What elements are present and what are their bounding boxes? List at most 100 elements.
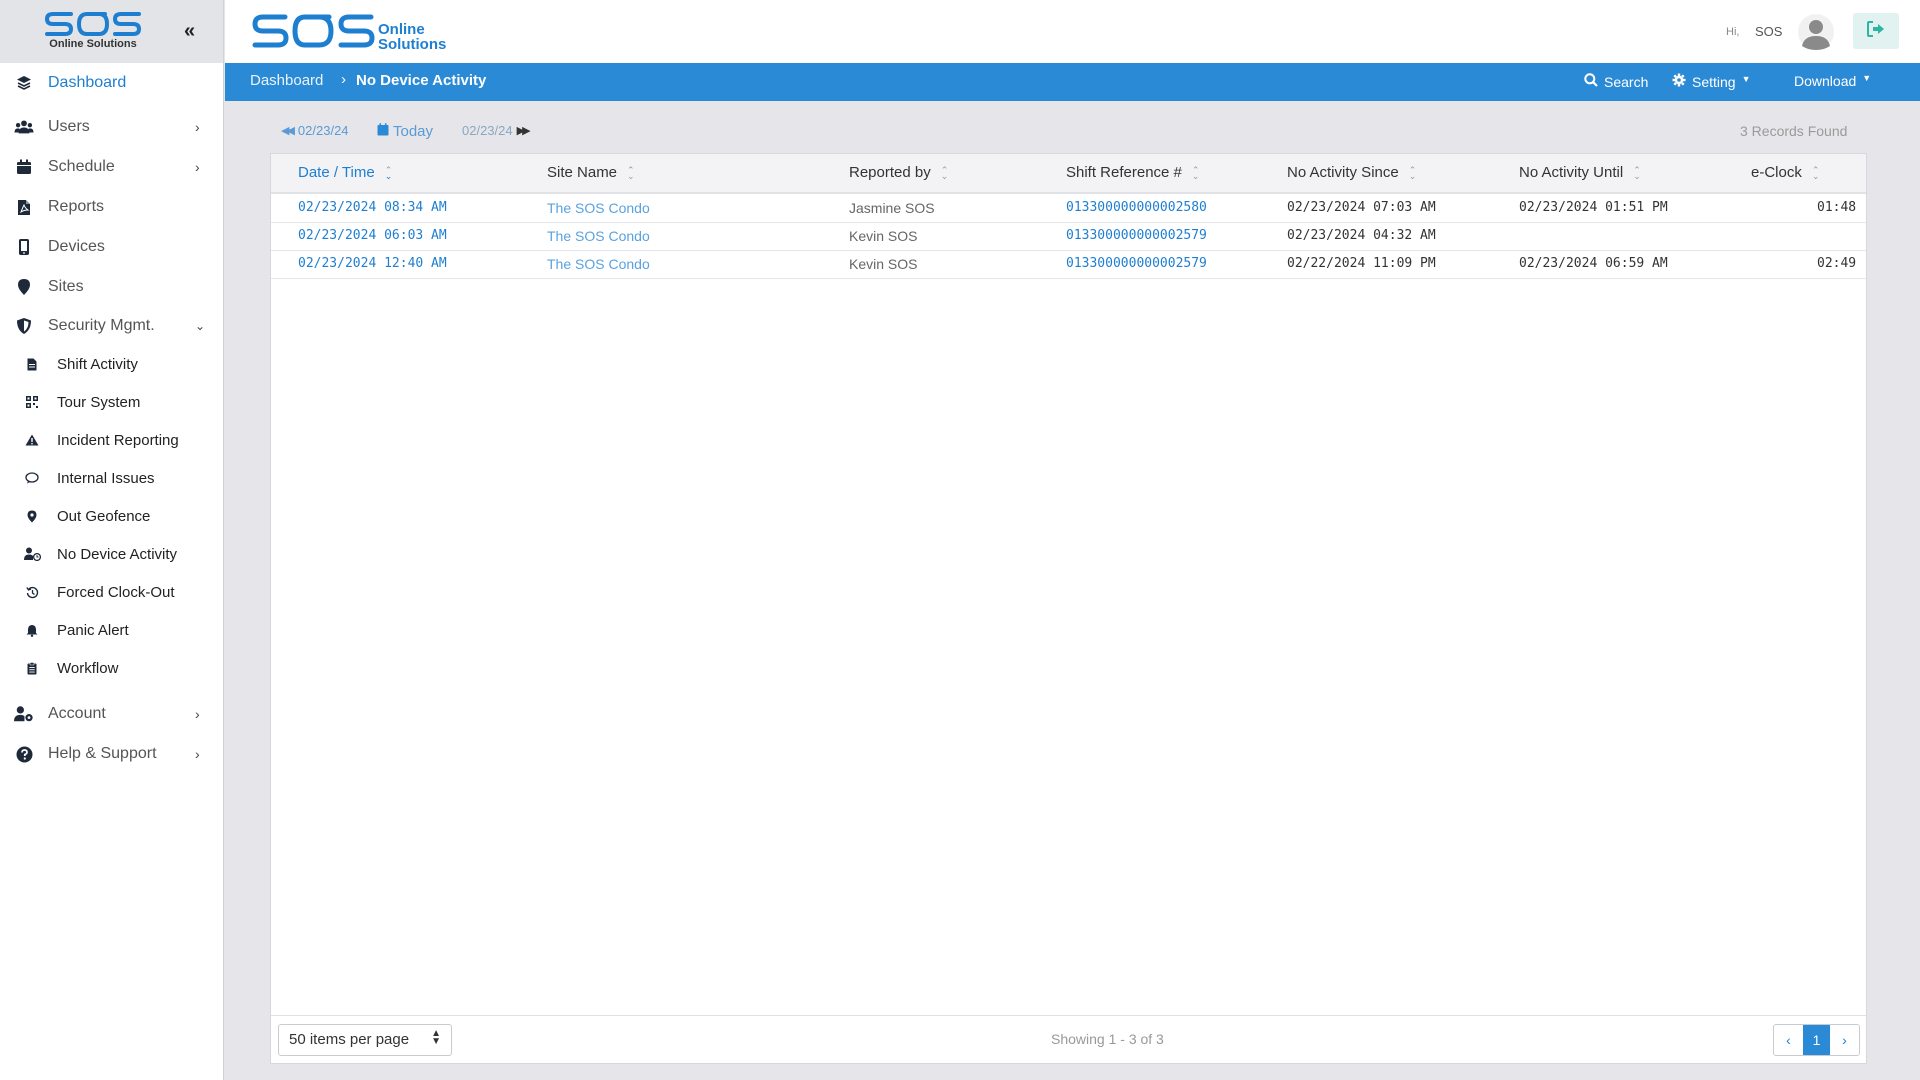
sidebar-subitem-workflow[interactable]: Workflow xyxy=(0,653,224,683)
sidebar-item-label: Dashboard xyxy=(48,74,127,91)
cell-shift-reference[interactable]: 013300000000002580 xyxy=(1066,200,1207,215)
users-icon xyxy=(14,117,34,137)
chevron-down-icon: ⌄ xyxy=(195,319,206,333)
column-header-no-activity-since[interactable]: No Activity Since ⌃ ⌄ xyxy=(1287,164,1416,181)
search-button[interactable]: Search xyxy=(1584,73,1648,90)
layers-icon xyxy=(14,73,34,93)
document-icon xyxy=(22,354,42,374)
sidebar-subitem-no-device-activity[interactable]: No Device Activity xyxy=(0,539,224,569)
sidebar-item-label: Sites xyxy=(48,278,84,295)
cell-no-activity-until: 02/23/2024 06:59 AM xyxy=(1519,256,1668,271)
sidebar-subitem-label: Incident Reporting xyxy=(57,431,179,449)
cell-site-name[interactable]: The SOS Condo xyxy=(547,228,650,244)
page-number-button[interactable]: 1 xyxy=(1803,1025,1830,1055)
column-header-shift-reference[interactable]: Shift Reference # ⌃ ⌄ xyxy=(1066,164,1199,181)
next-date-button[interactable]: 02/23/24 ▶▶ xyxy=(462,123,531,138)
column-label: Shift Reference # xyxy=(1066,164,1182,181)
pdf-file-icon xyxy=(14,197,34,217)
map-pin-icon xyxy=(14,277,34,297)
page-title: No Device Activity xyxy=(356,72,487,89)
backward-icon: ◀◀ xyxy=(281,125,295,137)
sort-icon: ⌃ ⌄ xyxy=(384,164,393,181)
column-label: Site Name xyxy=(547,164,618,181)
cell-reported-by: Kevin SOS xyxy=(849,256,918,272)
sidebar-item-account[interactable]: Account › xyxy=(0,698,224,730)
collapse-sidebar-button[interactable]: « xyxy=(184,20,195,43)
sidebar-item-label: Account xyxy=(48,705,106,722)
next-page-button[interactable]: › xyxy=(1830,1025,1859,1055)
table-header: Date / Time ⌃ ⌄ Site Name ⌃ ⌄ Reported by … xyxy=(271,154,1866,194)
caret-down-icon: ▼ xyxy=(1862,73,1872,83)
sort-icon: ⌃ ⌄ xyxy=(1191,164,1200,181)
table-row[interactable]: 02/23/2024 12:40 AM The SOS Condo Kevin … xyxy=(271,251,1866,279)
qr-code-icon xyxy=(22,392,42,412)
cell-reported-by: Jasmine SOS xyxy=(849,200,935,216)
table-row[interactable]: 02/23/2024 06:03 AM The SOS Condo Kevin … xyxy=(271,223,1866,251)
prev-page-button[interactable]: ‹ xyxy=(1774,1025,1803,1055)
table-row[interactable]: 02/23/2024 08:34 AM The SOS Condo Jasmin… xyxy=(271,195,1866,223)
sidebar-subitem-out-geofence[interactable]: Out Geofence xyxy=(0,501,224,531)
sidebar-item-schedule[interactable]: Schedule › xyxy=(0,151,224,183)
setting-label: Setting xyxy=(1692,73,1736,90)
sidebar-subitem-tour-system[interactable]: Tour System xyxy=(0,387,224,417)
cell-date-time[interactable]: 02/23/2024 12:40 AM xyxy=(298,256,447,271)
username-text: SOS xyxy=(1755,24,1783,39)
sort-icon: ⌃ ⌄ xyxy=(1408,164,1417,181)
previous-date-button[interactable]: ◀◀ 02/23/24 xyxy=(281,123,349,138)
sidebar-subitem-internal-issues[interactable]: Internal Issues xyxy=(0,463,224,493)
column-header-no-activity-until[interactable]: No Activity Until ⌃ ⌄ xyxy=(1519,164,1641,181)
today-button[interactable]: Today xyxy=(377,123,433,140)
column-header-e-clock[interactable]: e-Clock ⌃ ⌄ xyxy=(1751,164,1819,181)
header-logo[interactable]: Online Solutions xyxy=(251,11,451,53)
activity-table: Date / Time ⌃ ⌄ Site Name ⌃ ⌄ Reported by … xyxy=(270,153,1867,1064)
sidebar-subitem-shift-activity[interactable]: Shift Activity xyxy=(0,349,224,379)
chevron-right-icon: › xyxy=(195,706,200,722)
sidebar-item-label: Users xyxy=(48,118,90,135)
logout-button[interactable] xyxy=(1853,13,1899,49)
cell-no-activity-since: 02/23/2024 04:32 AM xyxy=(1287,228,1436,243)
download-label: Download xyxy=(1794,73,1857,89)
sidebar-subitem-incident-reporting[interactable]: Incident Reporting xyxy=(0,425,224,455)
sidebar-item-users[interactable]: Users › xyxy=(0,111,224,143)
sidebar-item-label: Reports xyxy=(48,198,105,215)
cell-shift-reference[interactable]: 013300000000002579 xyxy=(1066,228,1207,243)
sidebar-subitem-label: Tour System xyxy=(57,393,141,411)
cell-shift-reference[interactable]: 013300000000002579 xyxy=(1066,256,1207,271)
sidebar-brand: Online Solutions « xyxy=(0,0,223,63)
column-header-reported-by[interactable]: Reported by ⌃ ⌄ xyxy=(849,164,948,181)
main-content: ◀◀ 02/23/24 Today 02/23/24 ▶▶ 3 Records … xyxy=(225,101,1920,1080)
cell-date-time[interactable]: 02/23/2024 06:03 AM xyxy=(298,228,447,243)
sidebar-item-dashboard[interactable]: Dashboard xyxy=(0,67,224,99)
chevron-left-icon: ‹ xyxy=(1786,1032,1791,1048)
sidebar-item-devices[interactable]: Devices xyxy=(0,231,224,263)
sidebar-item-sites[interactable]: Sites xyxy=(0,271,224,303)
sidebar-subitem-panic-alert[interactable]: Panic Alert xyxy=(0,615,224,645)
column-header-date-time[interactable]: Date / Time ⌃ ⌄ xyxy=(298,164,392,181)
sidebar-subitem-label: No Device Activity xyxy=(57,545,178,563)
column-label: No Activity Since xyxy=(1287,164,1399,181)
breadcrumb-dashboard-link[interactable]: Dashboard xyxy=(250,72,323,89)
sidebar-item-label: Devices xyxy=(48,238,105,255)
sidebar-item-security-mgmt[interactable]: Security Mgmt. ⌄ xyxy=(0,310,224,342)
setting-dropdown[interactable]: Setting ▼ xyxy=(1672,73,1751,90)
cell-e-clock: 02:49 xyxy=(1817,256,1857,271)
sidebar: Online Solutions « Dashboard Users › Sch… xyxy=(0,0,224,1080)
cell-site-name[interactable]: The SOS Condo xyxy=(547,256,650,272)
greeting-text: Hi, xyxy=(1726,26,1740,38)
sos-logo[interactable]: Online Solutions xyxy=(43,8,143,50)
column-header-site-name[interactable]: Site Name ⌃ ⌄ xyxy=(547,164,635,181)
cell-site-name[interactable]: The SOS Condo xyxy=(547,200,650,216)
sidebar-item-label: Security Mgmt. xyxy=(48,317,155,334)
chevron-right-icon: › xyxy=(195,746,200,762)
top-header: Online Solutions Hi, SOS xyxy=(225,0,1920,63)
sidebar-item-help-support[interactable]: Help & Support › xyxy=(0,738,224,770)
download-dropdown[interactable]: Download ▼ xyxy=(1794,73,1871,89)
sidebar-subitem-forced-clock-out[interactable]: Forced Clock-Out xyxy=(0,577,224,607)
cell-date-time[interactable]: 02/23/2024 08:34 AM xyxy=(298,200,447,215)
avatar[interactable] xyxy=(1798,14,1834,50)
question-circle-icon xyxy=(14,744,34,764)
sidebar-subitem-label: Shift Activity xyxy=(57,355,138,373)
sidebar-item-reports[interactable]: Reports xyxy=(0,191,224,223)
table-footer: 50 items per page ▲ ▼ Showing 1 - 3 of 3 … xyxy=(271,1015,1866,1063)
items-per-page-select[interactable]: 50 items per page ▲ ▼ xyxy=(278,1024,452,1056)
